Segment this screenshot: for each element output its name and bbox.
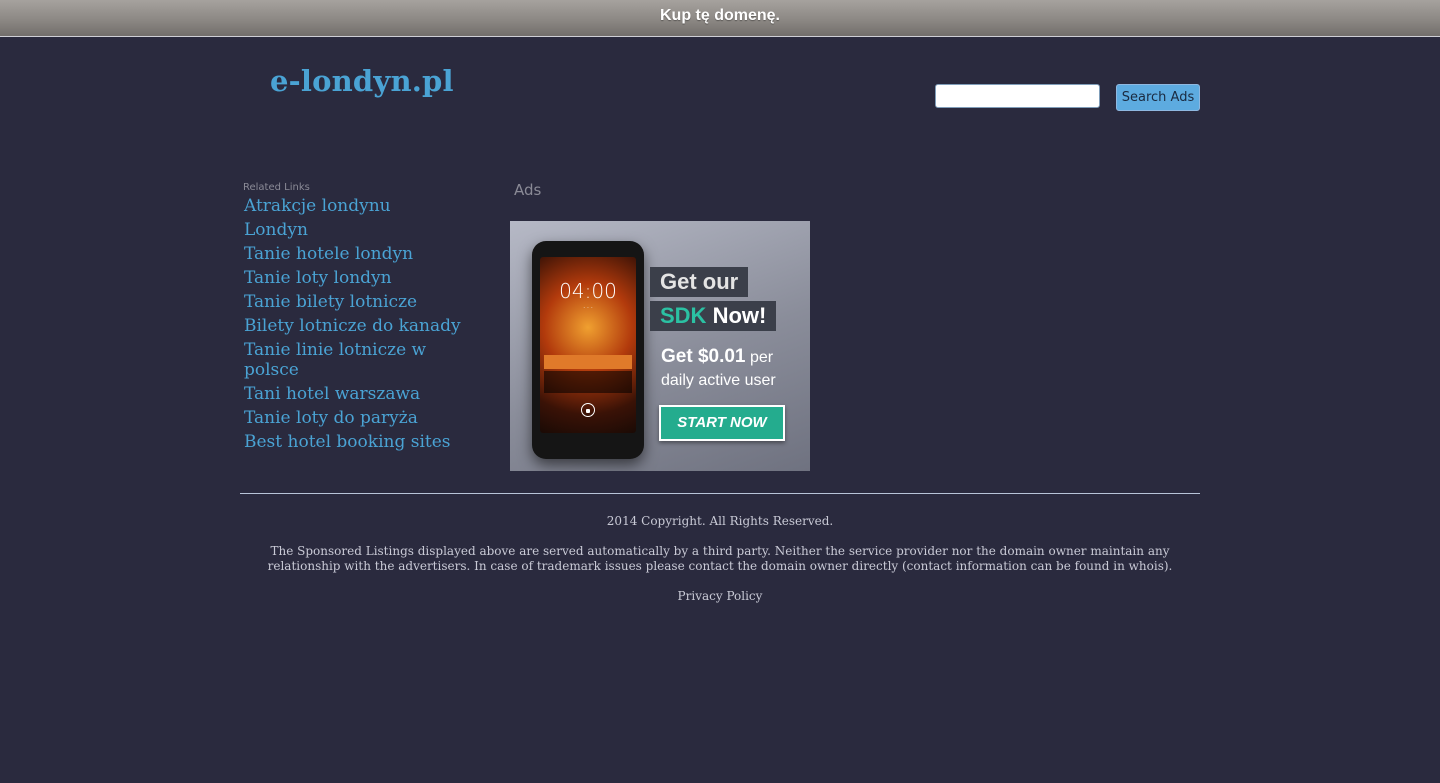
site-logo[interactable]: e-londyn.pl xyxy=(270,64,454,98)
footer-copyright: 2014 Copyright. All Rights Reserved. xyxy=(606,514,834,528)
lock-icon xyxy=(581,403,595,417)
list-item: Best hotel booking sites xyxy=(244,432,474,456)
phone-time: 04:00 xyxy=(559,279,617,303)
related-link[interactable]: Bilety lotnicze do kanady xyxy=(244,316,474,340)
topbar: Kup tę domenę. xyxy=(0,0,1440,37)
start-now-button[interactable]: START NOW xyxy=(659,405,785,441)
phone-date-mark: · · · xyxy=(583,305,593,312)
privacy-policy-link[interactable]: Privacy Policy xyxy=(678,589,763,603)
ad-copy: Get $0.01 per daily active user xyxy=(661,345,776,392)
related-link[interactable]: Best hotel booking sites xyxy=(244,432,474,456)
list-item: Tanie bilety lotnicze xyxy=(244,292,474,316)
phone-notification xyxy=(544,355,632,369)
list-item: Tani hotel warszawa xyxy=(244,384,474,408)
search-ads-button[interactable]: Search Ads xyxy=(1116,84,1200,111)
ad-headline-1: Get our xyxy=(650,267,749,297)
ad-banner[interactable]: 04:00 · · · Get our SDK Now! Get $0.01 p… xyxy=(510,221,810,471)
list-item: Atrakcje londynu xyxy=(244,196,474,220)
related-link[interactable]: Tanie bilety lotnicze xyxy=(244,292,474,316)
ad-headline-2: SDK Now! xyxy=(650,301,777,331)
list-item: Tanie hotele londyn xyxy=(244,244,474,268)
ad-headline-rest: Now! xyxy=(712,303,767,328)
list-item: Tanie linie lotnicze w polsce xyxy=(244,340,474,384)
related-link[interactable]: Tanie loty do paryża xyxy=(244,408,474,432)
footer-divider xyxy=(240,493,1200,494)
ad-highlight: SDK xyxy=(660,303,707,328)
footer-privacy: Privacy Policy xyxy=(240,589,1200,603)
related-link[interactable]: Londyn xyxy=(244,220,474,244)
footer-disclaimer: The Sponsored Listings displayed above a… xyxy=(267,544,1173,573)
ad-price: Get $0.01 xyxy=(661,346,746,367)
phone-screen: 04:00 · · · xyxy=(540,257,636,433)
list-item: Tanie loty londyn xyxy=(244,268,474,292)
list-item: Bilety lotnicze do kanady xyxy=(244,316,474,340)
ad-copy-line2: daily active user xyxy=(661,372,776,389)
related-links-title: Related Links xyxy=(243,182,310,193)
buy-domain-link[interactable]: Kup tę domenę. xyxy=(660,7,780,25)
related-links-list: Atrakcje londynu Londyn Tanie hotele lon… xyxy=(244,196,474,456)
list-item: Tanie loty do paryża xyxy=(244,408,474,432)
phone-notification-detail xyxy=(544,371,632,393)
ad-price-unit: per xyxy=(749,349,774,366)
phone-illustration: 04:00 · · · xyxy=(532,241,644,459)
list-item: Londyn xyxy=(244,220,474,244)
related-link[interactable]: Tani hotel warszawa xyxy=(244,384,474,408)
related-link[interactable]: Atrakcje londynu xyxy=(244,196,474,220)
related-link[interactable]: Tanie loty londyn xyxy=(244,268,474,292)
search-input[interactable] xyxy=(935,84,1100,108)
related-link[interactable]: Tanie linie lotnicze w polsce xyxy=(244,340,474,384)
ads-title: Ads xyxy=(514,181,542,199)
related-link[interactable]: Tanie hotele londyn xyxy=(244,244,474,268)
